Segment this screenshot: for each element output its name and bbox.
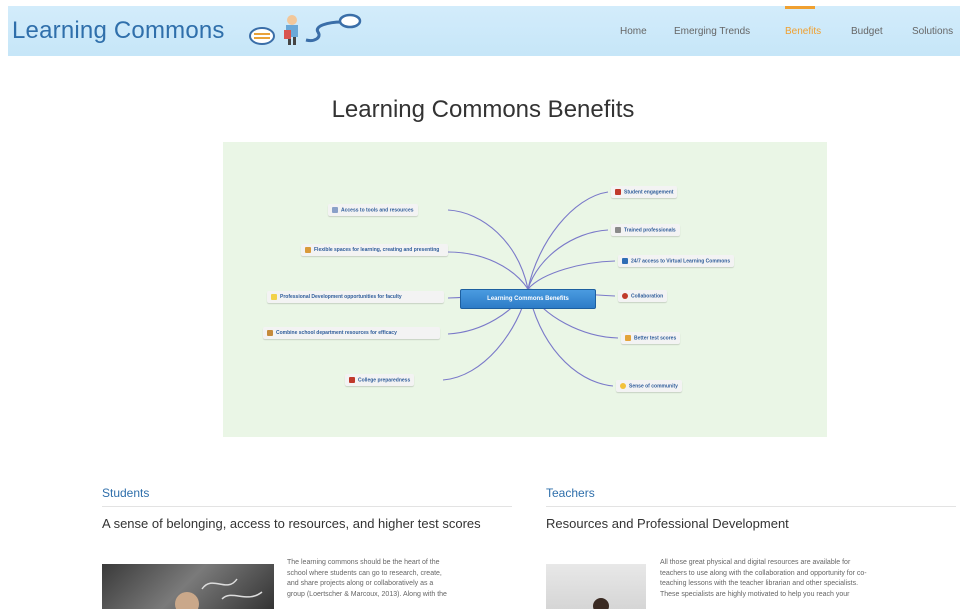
students-photo: [102, 564, 274, 609]
mindmap-node-label: Access to tools and resources: [341, 207, 414, 214]
mindmap-node-virtual: 24/7 access to Virtual Learning Commons: [618, 255, 735, 268]
benefits-mindmap: Access to tools and resources Flexible s…: [223, 142, 827, 437]
nav-budget[interactable]: Budget: [851, 26, 883, 37]
mindmap-node-label: College preparedness: [358, 377, 411, 384]
page-title: Learning Commons Benefits: [331, 96, 635, 123]
mindmap-center-node: Learning Commons Benefits: [460, 289, 596, 309]
site-header: Learning Commons Home Emerging Trends Be…: [8, 6, 960, 56]
students-paragraph: The learning commons should be the heart…: [287, 558, 512, 600]
mindmap-node-resources: Combine school department resources for …: [263, 327, 440, 340]
nav-active-indicator: [785, 6, 815, 9]
teachers-photo: [546, 564, 646, 609]
teachers-paragraph: All those great physical and digital res…: [660, 558, 956, 600]
mindmap-node-tools: Access to tools and resources: [328, 204, 418, 217]
professional-icon: [615, 227, 621, 233]
mindmap-node-label: Student engagement: [624, 189, 674, 196]
tools-icon: [332, 207, 338, 213]
mindmap-node-trained: Trained professionals: [611, 224, 680, 237]
mindmap-node-label: Collaboration: [631, 293, 664, 300]
mindmap-node-scores: Better test scores: [621, 332, 681, 345]
lightbulb-icon: [271, 294, 277, 300]
students-text-line: school where students can go to research…: [287, 569, 442, 577]
teachers-text-line: All those great physical and digital res…: [660, 559, 851, 566]
mindmap-node-label: Combine school department resources for …: [276, 330, 397, 336]
students-text-line: group (Loertscher & Marcoux, 2013). Alon…: [287, 590, 447, 598]
smiley-icon: [620, 383, 626, 389]
students-heading: Students: [102, 486, 512, 507]
teachers-subheading: Resources and Professional Development: [546, 516, 789, 531]
spaces-icon: [305, 247, 311, 253]
mindmap-node-spaces: Flexible spaces for learning, creating a…: [301, 244, 448, 257]
teachers-text-line: teaching lessons with the teacher librar…: [660, 580, 859, 587]
mindmap-node-label: Better test scores: [634, 335, 677, 342]
students-section: Students A sense of belonging, access to…: [102, 486, 512, 609]
mindmap-node-collaboration: Collaboration: [618, 290, 668, 303]
nav-solutions[interactable]: Solutions: [912, 26, 953, 37]
chalkboard-drawing-icon: [175, 578, 263, 609]
students-text-line: and share projects along or collaborativ…: [287, 580, 434, 587]
students-subheading: A sense of belonging, access to resource…: [102, 516, 481, 531]
brand-title[interactable]: Learning Commons: [12, 17, 225, 45]
teachers-text-line: These specialists are highly motivated t…: [660, 590, 850, 598]
teachers-text-line: teachers to use along with the collabora…: [660, 569, 867, 577]
computer-icon: [622, 258, 628, 264]
teacher-figure-icon: [593, 598, 609, 609]
mindmap-node-community: Sense of community: [616, 380, 682, 393]
mindmap-node-label: 24/7 access to Virtual Learning Commons: [631, 258, 731, 265]
logo-illustration-icon: [249, 13, 362, 45]
collaboration-icon: [622, 293, 628, 299]
student-icon: [615, 189, 621, 195]
mindmap-node-college: College preparedness: [345, 374, 415, 387]
students-text-line: The learning commons should be the heart…: [287, 559, 440, 566]
mindmap-node-label: Sense of community: [629, 383, 678, 390]
mindmap-node-label: Trained professionals: [624, 227, 676, 234]
book-icon: [349, 377, 355, 383]
mindmap-node-label: Professional Development opportunities f…: [280, 294, 402, 300]
resources-icon: [267, 330, 273, 336]
teachers-section: Teachers Resources and Professional Deve…: [546, 486, 956, 609]
nav-benefits[interactable]: Benefits: [785, 26, 821, 37]
chart-icon: [625, 335, 631, 341]
mindmap-node-label: Flexible spaces for learning, creating a…: [314, 247, 440, 253]
mindmap-node-pd: Professional Development opportunities f…: [267, 291, 444, 304]
mindmap-node-engagement: Student engagement: [611, 186, 678, 199]
nav-home[interactable]: Home: [620, 26, 647, 37]
teachers-heading: Teachers: [546, 486, 956, 507]
nav-emerging-trends[interactable]: Emerging Trends: [674, 26, 750, 37]
